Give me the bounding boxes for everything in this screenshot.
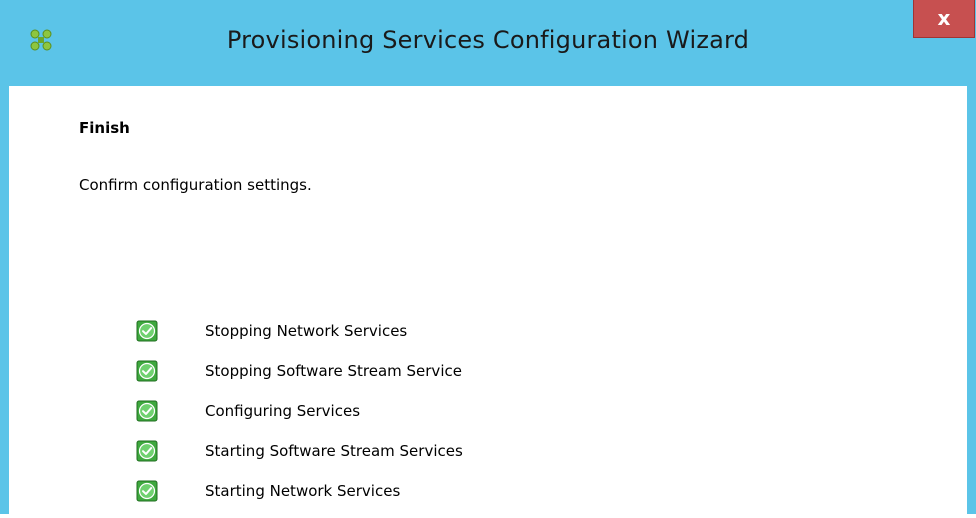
step-label: Stopping Network Services	[205, 322, 408, 340]
page-heading: Finish	[79, 119, 130, 137]
page-subtitle: Confirm configuration settings.	[79, 176, 312, 194]
close-button[interactable]: x	[913, 0, 975, 38]
green-check-icon	[136, 440, 158, 462]
step-label: Stopping Software Stream Service	[205, 362, 462, 380]
title-bar[interactable]: Provisioning Services Configuration Wiza…	[0, 0, 976, 86]
step-label: Starting Network Services	[205, 482, 401, 500]
green-check-icon	[136, 480, 158, 502]
step-label: Configuring Services	[205, 402, 361, 420]
green-check-icon	[136, 400, 158, 422]
wizard-content: Finish Confirm configuration settings. S…	[9, 86, 967, 514]
step-label: Starting Software Stream Services	[205, 442, 463, 460]
wizard-window: Provisioning Services Configuration Wiza…	[0, 0, 976, 514]
green-check-icon	[136, 320, 158, 342]
window-title: Provisioning Services Configuration Wiza…	[226, 26, 750, 54]
green-check-icon	[136, 360, 158, 382]
